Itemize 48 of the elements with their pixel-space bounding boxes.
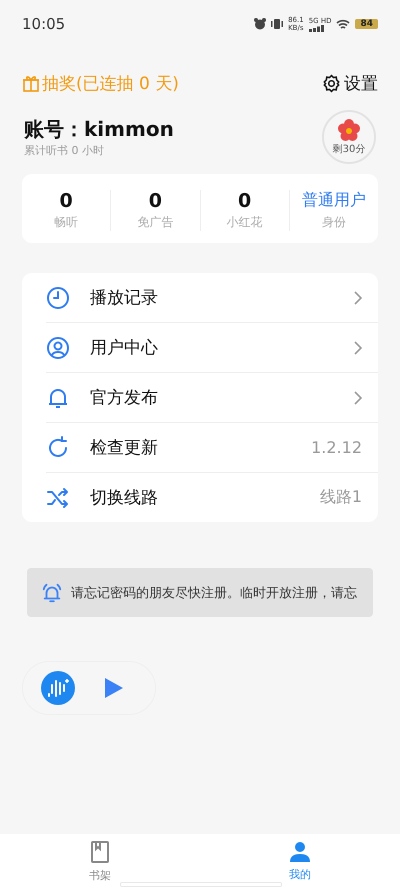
gift-icon (22, 74, 40, 92)
menu-label: 官方发布 (90, 387, 159, 409)
menu-value: 线路1 (320, 487, 362, 508)
flower-icon (337, 118, 361, 142)
user-icon (46, 336, 70, 360)
account-title: 账号：kimmon (24, 116, 174, 143)
clock-icon (46, 286, 70, 310)
bell-icon (41, 582, 63, 604)
tab[interactable]: 书架 (0, 834, 200, 889)
menu-item[interactable]: 官方发布 (46, 373, 378, 423)
timer-text: 剩30分 (332, 143, 366, 156)
chevron-icon (354, 390, 362, 404)
play-icon[interactable] (105, 678, 123, 698)
stat-label: 免广告 (137, 214, 174, 231)
menu-item[interactable]: 切换线路 线路1 (46, 473, 378, 522)
status-time: 10:05 (22, 15, 66, 33)
stat-value: 0 (148, 190, 162, 214)
user-role: 普通用户 (302, 190, 366, 211)
wifi-icon (336, 18, 350, 30)
refresh-icon (46, 436, 70, 460)
stat-value: 0 (60, 190, 73, 214)
notice-text: 请忘记密码的朋友尽快注册。临时开放注册，请忘 (71, 584, 357, 602)
menu-label: 播放记录 (90, 287, 159, 309)
chevron-icon (354, 290, 362, 304)
menu-value: 1.2.12 (311, 438, 362, 457)
menu-label: 检查更新 (90, 437, 159, 459)
menu-item[interactable]: 用户中心 (46, 323, 378, 373)
menu-item[interactable]: 播放记录 (46, 273, 378, 323)
settings-button[interactable]: 设置 (322, 72, 378, 94)
shuffle-icon (46, 486, 70, 510)
stat-label: 小红花 (226, 214, 263, 231)
timer-badge[interactable]: 剩30分 (322, 110, 376, 164)
menu-label: 用户中心 (90, 337, 159, 359)
book-icon (90, 840, 110, 864)
person-icon (290, 841, 310, 863)
stat-value: 0 (238, 190, 252, 214)
chevron-icon (354, 340, 362, 354)
menu-item[interactable]: 检查更新 1.2.12 (46, 423, 378, 473)
listening-time: 累计听书 0 小时 (24, 143, 105, 158)
battery-level: 84 (355, 19, 378, 29)
stat-label: 身份 (322, 214, 346, 231)
signal-icon (308, 24, 325, 32)
vibrate-icon (271, 18, 284, 30)
audio-wave-icon[interactable] (41, 671, 75, 705)
menu-label: 切换线路 (90, 487, 159, 509)
stat-label: 畅听 (54, 214, 78, 231)
settings-icon (322, 74, 341, 92)
tab[interactable]: 我的 (200, 834, 400, 889)
